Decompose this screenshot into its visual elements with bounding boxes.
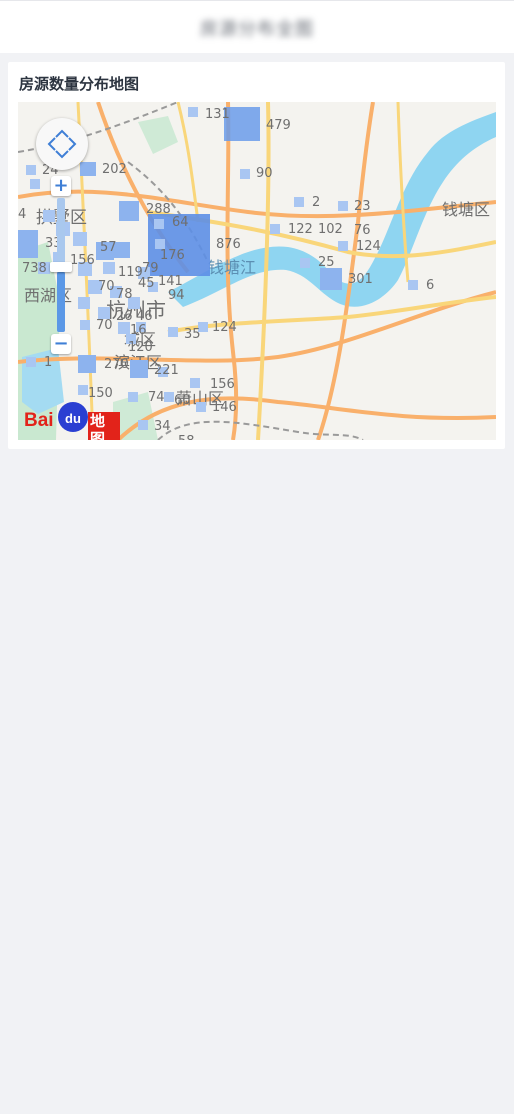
map-pan-control[interactable] — [36, 118, 88, 170]
cluster-count: 76 — [354, 223, 371, 238]
cluster-count: 102 — [318, 222, 343, 237]
cluster-count: 25 — [318, 255, 335, 270]
cluster-count: 120 — [128, 340, 153, 355]
zoom-out-button[interactable]: − — [51, 334, 71, 354]
cluster-count: 738 — [22, 261, 47, 276]
cluster-count: 79 — [142, 261, 159, 276]
cluster-count: 26 — [116, 309, 133, 324]
cluster-count: 2 — [312, 195, 320, 210]
cluster-marker[interactable] — [30, 179, 40, 189]
cluster-marker[interactable] — [164, 392, 174, 402]
map-card: 房源数量分布地图 西湖区 杭州市 城区 萧山区 钱塘江 钱塘区 131 479 … — [8, 62, 505, 449]
logo-bai-text: Bai — [24, 410, 54, 431]
cluster-count: 131 — [205, 107, 230, 122]
logo-paw-icon: du — [58, 402, 88, 432]
cluster-count: 23 — [354, 199, 371, 214]
cluster-count: 876 — [216, 237, 241, 252]
cluster-count: 479 — [266, 118, 291, 133]
logo-map-text: 地图 — [88, 412, 120, 440]
cluster-count: 60 — [174, 393, 191, 408]
cluster-count: 94 — [168, 288, 185, 303]
cluster-count: 6 — [426, 278, 434, 293]
cluster-count: 301 — [348, 272, 373, 287]
cluster-marker[interactable] — [188, 107, 198, 117]
cluster-count: 34 — [154, 419, 171, 434]
zoom-in-button[interactable]: + — [51, 176, 71, 196]
green-area — [138, 116, 178, 154]
cluster-marker[interactable] — [78, 297, 90, 309]
cluster-count: 124 — [212, 320, 237, 335]
card-title: 房源数量分布地图 — [19, 75, 140, 93]
baidu-map-logo: Bai du 地图 — [24, 398, 120, 440]
cluster-marker[interactable] — [26, 165, 36, 175]
house-distribution-map[interactable]: 拱墅区 西湖区 杭州市 城区 滨江区 萧山区 钱塘江 钱塘区 — [18, 102, 496, 440]
cluster-marker[interactable] — [18, 230, 38, 258]
cluster-count: 45 — [138, 276, 155, 291]
pan-arrows-icon — [47, 129, 77, 159]
cluster-marker[interactable] — [78, 385, 88, 395]
cluster-marker[interactable] — [130, 360, 148, 378]
cluster-count: 270 — [104, 357, 129, 372]
cluster-count: 156 — [70, 253, 95, 268]
cluster-count: 70 — [98, 279, 115, 294]
cluster-count: 46 — [136, 309, 153, 324]
cluster-marker[interactable] — [80, 320, 90, 330]
cluster-count: 141 — [158, 274, 183, 289]
cluster-count: 78 — [116, 287, 133, 302]
cluster-count: 64 — [172, 215, 189, 230]
cluster-marker[interactable] — [73, 232, 87, 246]
cluster-marker[interactable] — [338, 241, 348, 251]
top-bar: 房源分布全图 — [0, 0, 514, 53]
cluster-marker[interactable] — [103, 262, 115, 274]
cluster-marker[interactable] — [294, 197, 304, 207]
cluster-marker[interactable] — [43, 210, 55, 222]
cluster-count: 74 — [148, 390, 165, 405]
cluster-count: 156 — [210, 377, 235, 392]
cluster-marker[interactable] — [119, 201, 139, 221]
cluster-count: 288 — [146, 202, 171, 217]
cluster-marker[interactable] — [408, 280, 418, 290]
cluster-count: 70 — [96, 318, 113, 333]
cluster-count: 58 — [178, 434, 195, 440]
cluster-count: 146 — [212, 400, 237, 415]
cluster-count: 124 — [356, 239, 381, 254]
cluster-count: 4 — [18, 207, 26, 222]
cluster-count: 176 — [160, 248, 185, 263]
cluster-marker[interactable] — [196, 402, 206, 412]
cluster-count: 35 — [184, 327, 201, 342]
place-label-qiantang-district: 钱塘区 — [442, 200, 490, 219]
cluster-marker[interactable] — [78, 355, 96, 373]
cluster-count: 122 — [288, 222, 313, 237]
cluster-count: 16 — [130, 323, 147, 338]
cluster-marker[interactable] — [240, 169, 250, 179]
cluster-count: 221 — [154, 363, 179, 378]
cluster-marker[interactable] — [168, 327, 178, 337]
map-base-layer: 拱墅区 西湖区 杭州市 城区 滨江区 萧山区 钱塘江 钱塘区 — [18, 102, 496, 440]
zoom-slider-handle[interactable] — [50, 262, 72, 272]
cluster-marker[interactable] — [128, 392, 138, 402]
cluster-count: 57 — [100, 240, 117, 255]
cluster-marker[interactable] — [338, 201, 348, 211]
cluster-count: 90 — [256, 166, 273, 181]
cluster-marker[interactable] — [138, 420, 148, 430]
cluster-marker[interactable] — [320, 268, 342, 290]
cluster-marker[interactable] — [270, 224, 280, 234]
cluster-marker[interactable] — [300, 258, 310, 268]
place-label-qiantang-river: 钱塘江 — [208, 258, 256, 277]
cluster-count: 1 — [44, 355, 52, 370]
cluster-count: 202 — [102, 162, 127, 177]
zoom-slider-fill — [57, 272, 65, 332]
cluster-marker[interactable] — [154, 219, 164, 229]
page-title: 房源分布全图 — [200, 19, 314, 40]
cluster-marker[interactable] — [26, 357, 36, 367]
cluster-marker[interactable] — [190, 378, 200, 388]
